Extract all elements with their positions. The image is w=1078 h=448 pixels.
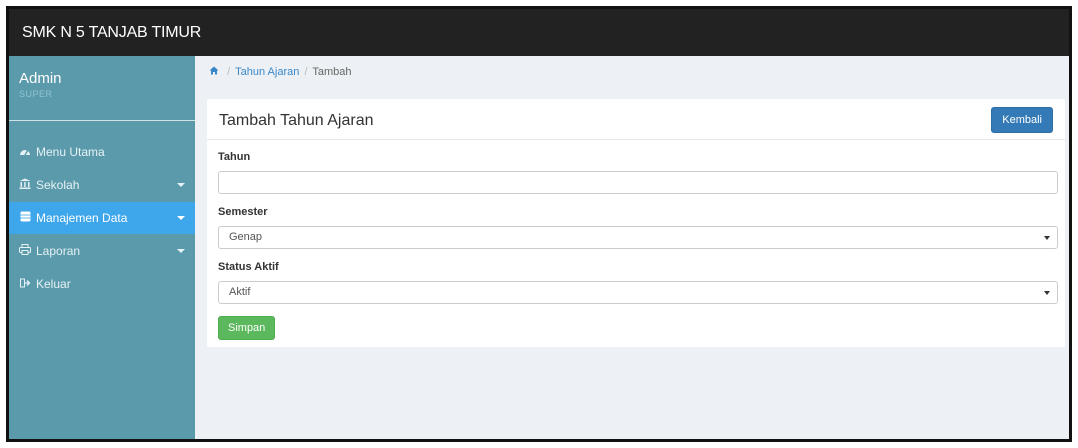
user-role: SUPER [19, 89, 53, 99]
chevron-down-icon [177, 249, 185, 253]
semester-label: Semester [218, 206, 268, 218]
save-button[interactable]: Simpan [218, 316, 276, 340]
sidebar: Admin SUPER Menu Utama Sekolah Manajemen… [9, 56, 195, 439]
chevron-down-icon [1044, 236, 1050, 240]
page-title: Tambah Tahun Ajaran [219, 112, 374, 129]
sidebar-item-label: Keluar [36, 277, 71, 291]
sidebar-item-label: Manajemen Data [36, 211, 128, 225]
sidebar-item-label: Menu Utama [36, 145, 105, 159]
top-navbar: SMK N 5 TANJAB TIMUR [9, 9, 1069, 56]
breadcrumb: / Tahun Ajaran / Tambah [209, 66, 352, 78]
chevron-down-icon [1044, 291, 1050, 295]
sidebar-item-manajemen-data[interactable]: Manajemen Data [9, 202, 195, 234]
chevron-down-icon [177, 183, 185, 187]
sign-out-icon [19, 269, 31, 301]
semester-selected-value: Genap [229, 231, 263, 243]
status-aktif-label: Status Aktif [218, 261, 279, 273]
database-icon [19, 203, 31, 235]
semester-select[interactable]: Genap [218, 226, 1058, 249]
panel-header: Tambah Tahun Ajaran Kembali [207, 99, 1065, 140]
sidebar-divider [9, 120, 195, 121]
sidebar-item-label: Sekolah [36, 178, 80, 192]
breadcrumb-tahun-ajaran[interactable]: Tahun Ajaran [235, 66, 299, 78]
home-icon[interactable] [209, 66, 222, 78]
dashboard-icon [19, 137, 31, 169]
sidebar-item-menu-utama[interactable]: Menu Utama [9, 136, 195, 168]
chevron-down-icon [177, 216, 185, 220]
tahun-label: Tahun [218, 151, 251, 163]
print-icon [19, 236, 31, 268]
tahun-ajaran-form: Tahun Semester Genap Status Aktif Aktif … [218, 151, 1058, 340]
breadcrumb-separator: / [304, 66, 308, 78]
user-panel: Admin SUPER [19, 70, 62, 99]
status-selected-value: Aktif [229, 286, 251, 298]
sidebar-item-sekolah[interactable]: Sekolah [9, 169, 195, 201]
tahun-input[interactable] [218, 171, 1058, 194]
app-brand[interactable]: SMK N 5 TANJAB TIMUR [22, 24, 201, 42]
back-button[interactable]: Kembali [991, 107, 1053, 133]
status-aktif-select[interactable]: Aktif [218, 281, 1058, 304]
form-panel: Tambah Tahun Ajaran Kembali Tahun Semest… [207, 99, 1065, 347]
breadcrumb-current: Tambah [312, 66, 352, 78]
sidebar-item-label: Laporan [36, 244, 81, 258]
main-content: / Tahun Ajaran / Tambah Tambah Tahun Ajaran… [195, 56, 1069, 439]
user-name: Admin [19, 70, 62, 87]
sidebar-item-keluar[interactable]: Keluar [9, 268, 195, 300]
app-window: SMK N 5 TANJAB TIMUR Admin SUPER Menu Ut… [6, 6, 1072, 442]
breadcrumb-separator: / [227, 66, 231, 78]
sidebar-item-laporan[interactable]: Laporan [9, 235, 195, 267]
institution-icon [19, 170, 31, 202]
sidebar-nav: Menu Utama Sekolah Manajemen Data Lapora… [9, 136, 195, 301]
